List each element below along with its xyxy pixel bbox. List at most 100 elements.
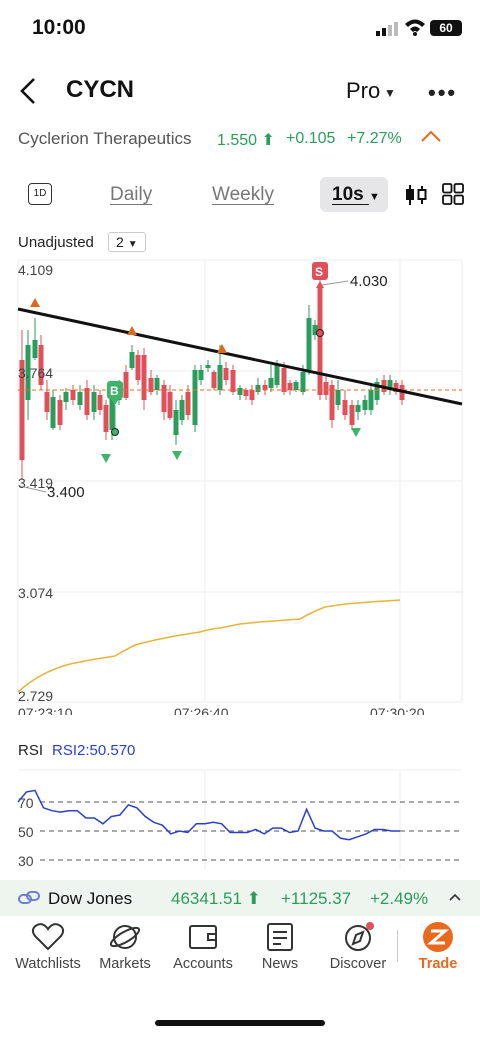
nav-accounts[interactable]: Accounts — [161, 922, 245, 972]
nav-label: Trade — [418, 956, 458, 972]
pro-mode-button[interactable]: Pro — [346, 78, 380, 104]
chevron-down-icon: ▼ — [368, 191, 380, 203]
candle — [103, 400, 109, 440]
nav-trade[interactable]: Trade — [396, 922, 480, 972]
wifi-icon — [405, 19, 425, 36]
ticker-title: CYCN — [66, 76, 135, 103]
candle — [44, 380, 50, 420]
svg-text:B: B — [110, 384, 119, 398]
y-tick-label: 4.109 — [18, 262, 53, 278]
candle — [342, 390, 348, 420]
x-tick-label: 07:30:20 — [370, 705, 425, 715]
candle — [70, 385, 76, 405]
rsi-chart[interactable]: 70 50 30 — [0, 762, 480, 872]
rsi-tick-label: 30 — [18, 853, 34, 869]
candle — [32, 318, 38, 360]
interval-1d-button[interactable]: 1D — [28, 183, 52, 205]
notification-dot — [366, 922, 374, 930]
more-menu-icon[interactable]: ••• — [428, 80, 457, 106]
last-price: 1.550 ⬆ — [217, 132, 275, 149]
chevron-up-icon[interactable] — [448, 891, 462, 903]
candle — [173, 400, 179, 445]
battery-icon: 60 — [430, 20, 462, 36]
candlestick-style-icon[interactable] — [404, 184, 428, 206]
candle — [84, 380, 90, 420]
buy-signal-arrow — [101, 454, 111, 463]
company-name: Cyclerion Therapeutics — [18, 129, 192, 148]
price-chart[interactable]: 4.109 3.764 3.419 3.074 2.729 07:23:10 0… — [0, 255, 480, 715]
nav-watchlists[interactable]: Watchlists — [6, 922, 90, 972]
candle — [323, 375, 329, 400]
candle — [50, 390, 56, 430]
x-tick-label: 07:23:10 — [18, 705, 73, 715]
candle — [329, 380, 335, 428]
nav-label: Markets — [99, 956, 151, 972]
sell-signal-arrow — [127, 326, 137, 335]
planet-icon — [109, 925, 141, 949]
x-tick-label: 07:26:40 — [174, 705, 229, 715]
y-tick-label: 3.764 — [18, 365, 53, 381]
candle — [287, 380, 293, 395]
compass-icon — [345, 922, 374, 951]
moving-average-line — [17, 599, 401, 693]
chevron-down-icon[interactable]: ▼ — [384, 86, 396, 100]
tab-daily[interactable]: Daily — [110, 184, 152, 206]
candle — [255, 378, 261, 395]
back-icon[interactable] — [18, 76, 40, 106]
news-icon — [267, 923, 293, 951]
nav-discover[interactable]: Discover — [316, 922, 400, 972]
candle — [148, 370, 154, 395]
candle — [19, 330, 25, 480]
nav-markets[interactable]: Markets — [83, 922, 167, 972]
candle — [211, 370, 217, 390]
trade-logo-icon — [423, 922, 453, 952]
nav-news[interactable]: News — [238, 922, 322, 972]
chart-grid — [17, 259, 463, 703]
y-tick-label: 3.074 — [18, 585, 53, 601]
low-price-label: 3.400 — [47, 484, 85, 501]
index-change-pct: +2.49% — [370, 889, 429, 908]
candle — [77, 385, 83, 410]
rsi-tick-label: 50 — [18, 824, 34, 840]
link-icon — [18, 891, 40, 904]
candle — [123, 365, 129, 400]
candle — [38, 335, 44, 390]
candle — [362, 395, 368, 415]
index-value: 46341.51 ⬆ — [171, 889, 261, 908]
candle — [129, 345, 135, 370]
candle — [205, 360, 211, 372]
tab-weekly[interactable]: Weekly — [212, 184, 274, 206]
candle — [57, 395, 63, 430]
candle — [198, 365, 204, 385]
rsi-label: RSI — [18, 742, 44, 759]
candle — [393, 380, 399, 395]
sell-signal-arrow — [217, 344, 227, 353]
nav-label: Accounts — [173, 956, 233, 972]
rsi-value: RSI2:50.570 — [52, 742, 136, 759]
candle — [97, 390, 103, 415]
index-change: +1125.37 — [281, 889, 352, 908]
candle — [317, 280, 323, 400]
price-change-pct: +7.27% — [347, 130, 402, 147]
candle — [161, 380, 167, 420]
adjustment-label: Unadjusted — [18, 234, 94, 251]
candle — [179, 395, 185, 425]
nav-label: News — [261, 956, 299, 972]
candle — [306, 305, 312, 375]
buy-marker[interactable]: B — [107, 381, 123, 436]
candle — [249, 385, 255, 405]
candle — [381, 375, 387, 395]
high-price-label: 4.030 — [350, 273, 388, 290]
y-tick-label: 2.729 — [18, 688, 53, 704]
candle — [335, 380, 341, 410]
chevron-up-icon[interactable] — [420, 128, 442, 144]
candle — [63, 388, 69, 410]
candle — [223, 362, 229, 385]
adjustment-select[interactable]: 2 ▼ — [108, 232, 146, 252]
candle — [387, 375, 393, 395]
nav-label: Watchlists — [15, 956, 81, 972]
layout-grid-icon[interactable] — [442, 183, 464, 205]
interval-10s-button[interactable]: 10s ▼ — [320, 177, 388, 212]
sell-signal-arrow — [30, 298, 40, 307]
index-name: Dow Jones — [48, 889, 133, 908]
